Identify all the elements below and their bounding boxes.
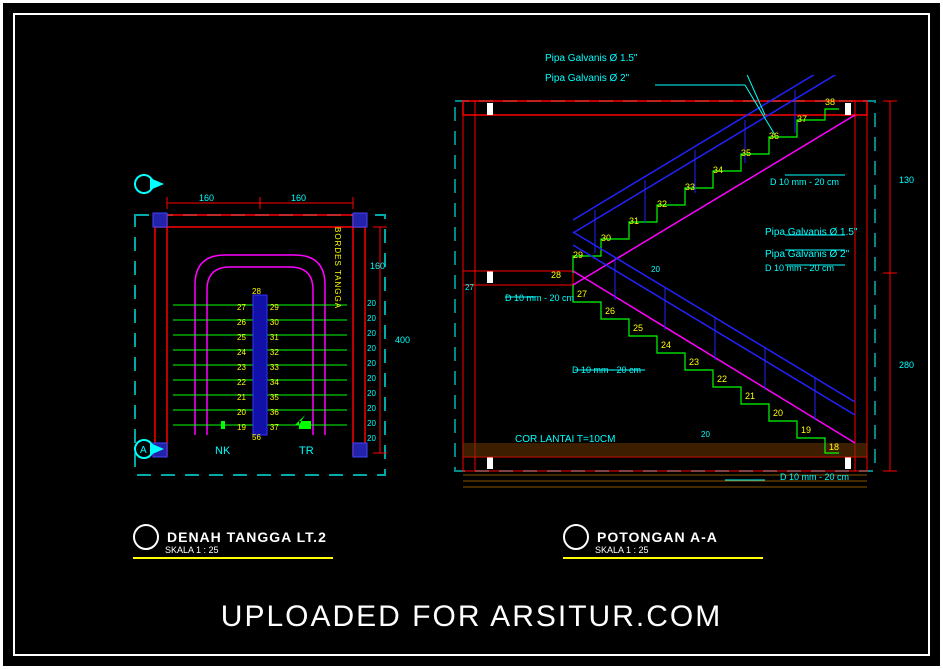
title-underline: [563, 557, 763, 559]
dim-400: 400: [395, 335, 410, 345]
plan-scale: SKALA 1 : 25: [165, 545, 219, 555]
dim-20: 20: [367, 419, 376, 428]
svg-text:A: A: [140, 445, 147, 456]
dim-20: 20: [367, 434, 376, 443]
dim-20: 20: [651, 265, 660, 274]
label-rebar: D 10 mm - 20 cm: [770, 177, 839, 187]
section-step: 26: [605, 306, 615, 316]
label-rebar3: D 10 mm - 20 cm: [505, 293, 574, 303]
label-rebar2: D 10 mm - 20 cm: [765, 263, 834, 273]
plan-step-row: 2729: [237, 303, 279, 312]
section-step: 33: [685, 182, 695, 192]
dim-160: 160: [199, 193, 214, 203]
plan-step-row: 2630: [237, 318, 279, 327]
section-step: 31: [629, 216, 639, 226]
dim-20: 20: [367, 344, 376, 353]
step-28: 28: [252, 287, 261, 296]
label-floor: COR LANTAI T=10CM: [515, 434, 616, 445]
dim-20: 20: [367, 329, 376, 338]
label-pipe15b: Pipa Galvanis Ø 1.5": [765, 227, 858, 238]
title-bullet-icon: [563, 524, 589, 550]
section-step: 24: [661, 340, 671, 350]
dim-20: 20: [367, 314, 376, 323]
plan-step-row: 2234: [237, 378, 279, 387]
dim-27: 27: [465, 283, 474, 292]
section-step: 22: [717, 374, 727, 384]
dim-280: 280: [899, 360, 914, 370]
plan-step-row: 2036: [237, 408, 279, 417]
section-step: 21: [745, 391, 755, 401]
section-step: 34: [713, 165, 723, 175]
watermark: UPLOADED FOR ARSITUR.COM: [15, 600, 928, 634]
section-cut-arrow: A: [130, 435, 170, 475]
plan-step-row: 2531: [237, 333, 279, 342]
label-tr: TR: [299, 445, 314, 457]
section-step: 30: [601, 233, 611, 243]
plan-step-row: 2135: [237, 393, 279, 402]
section-step: 38: [825, 97, 835, 107]
dim-160: 160: [370, 261, 385, 271]
dim-20: 20: [367, 359, 376, 368]
label-pipe15: Pipa Galvanis Ø 1.5": [545, 53, 638, 64]
section-step: 29: [573, 250, 583, 260]
section-step: 19: [801, 425, 811, 435]
label-bordes: BORDES TANGGA: [333, 227, 342, 309]
label-rebar4: D 10 mm - 20 cm: [572, 365, 641, 375]
label-rebar5: D 10 mm - 20 cm: [780, 472, 849, 482]
plan-step-row: 1937: [237, 423, 279, 432]
dim-20: 20: [367, 404, 376, 413]
dim-160: 160: [291, 193, 306, 203]
section-title: POTONGAN A-A: [597, 529, 718, 545]
step-56: 56: [252, 433, 261, 442]
plan-title-row: DENAH TANGGA LT.2: [133, 524, 327, 550]
section-step: 27: [577, 289, 587, 299]
plan-step-row: 2432: [237, 348, 279, 357]
dim-20: 20: [367, 389, 376, 398]
dim-20: 20: [367, 374, 376, 383]
section-step: 18: [829, 442, 839, 452]
label-pipe2: Pipa Galvanis Ø 2": [545, 73, 629, 84]
step-28-section: 28: [551, 270, 561, 280]
title-underline: [133, 557, 333, 559]
section-step: 23: [689, 357, 699, 367]
title-bullet-icon: [133, 524, 159, 550]
dim-20: 20: [367, 299, 376, 308]
cad-canvas: A 160 160 400 160 BORDES TANGGA 28 27292…: [13, 13, 930, 656]
label-pipe2b: Pipa Galvanis Ø 2": [765, 249, 849, 260]
section-step: 32: [657, 199, 667, 209]
cad-frame: A 160 160 400 160 BORDES TANGGA 28 27292…: [0, 0, 943, 669]
section-step: 37: [797, 114, 807, 124]
section-step: 35: [741, 148, 751, 158]
section-scale: SKALA 1 : 25: [595, 545, 649, 555]
dim-20b: 20: [701, 430, 710, 439]
plan-step-row: 2333: [237, 363, 279, 372]
section-step: 36: [769, 131, 779, 141]
section-step: 25: [633, 323, 643, 333]
section-cut-arrow: [130, 170, 170, 210]
label-nk: NK: [215, 445, 230, 457]
dim-130: 130: [899, 175, 914, 185]
plan-title: DENAH TANGGA LT.2: [167, 529, 327, 545]
section-step: 20: [773, 408, 783, 418]
